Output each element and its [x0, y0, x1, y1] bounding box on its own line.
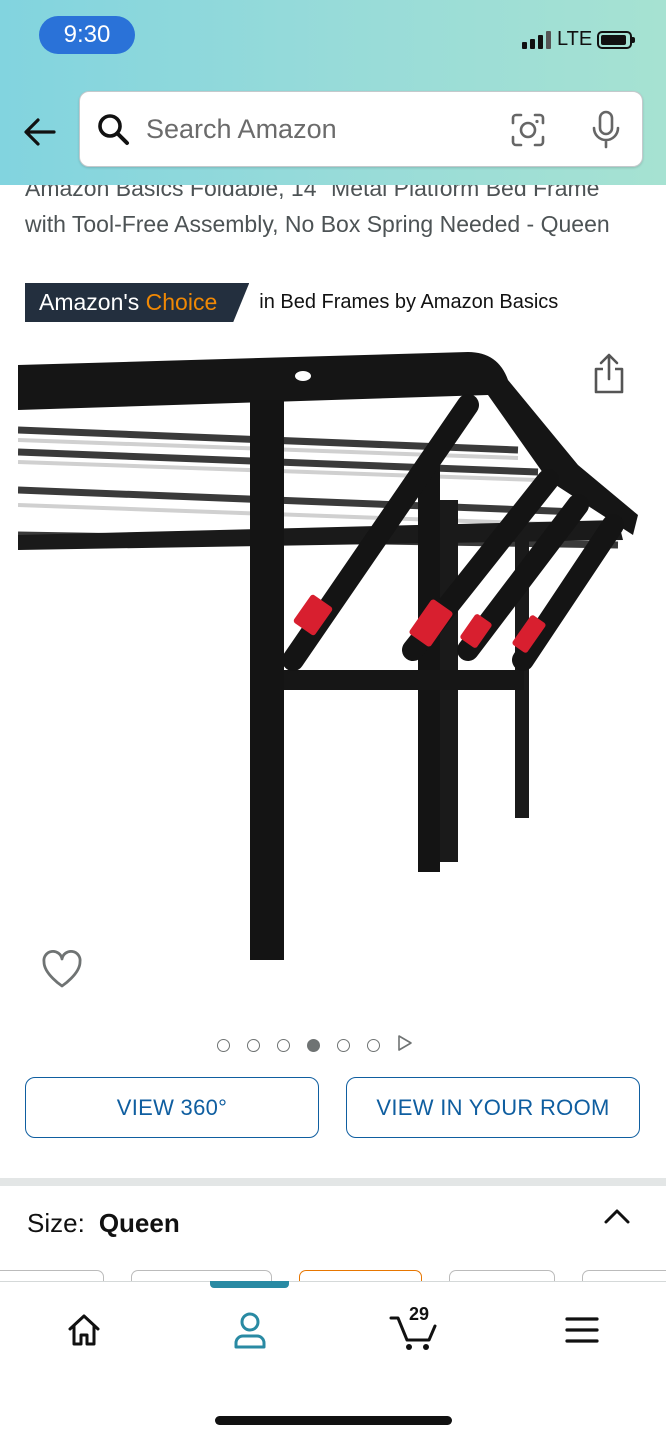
carousel-dot-active[interactable]	[307, 1039, 320, 1052]
section-divider	[0, 1178, 666, 1186]
badge-highlight: Choice	[145, 289, 218, 315]
product-title[interactable]: Amazon Basics Foldable, 14" Metal Platfo…	[25, 185, 615, 242]
image-carousel-dots[interactable]	[217, 1034, 413, 1057]
menu-icon[interactable]	[552, 1305, 612, 1355]
battery-icon	[597, 31, 635, 49]
share-icon[interactable]	[591, 352, 627, 401]
video-play-icon[interactable]	[397, 1034, 413, 1057]
status-time: 9:30	[39, 16, 135, 54]
search-bar[interactable]	[79, 91, 643, 167]
product-image[interactable]	[17, 340, 648, 980]
home-indicator	[215, 1416, 452, 1425]
home-icon[interactable]	[54, 1305, 114, 1355]
carousel-dot[interactable]	[217, 1039, 230, 1052]
header-bar: 9:30 LTE	[0, 0, 666, 185]
signal-icon	[522, 31, 551, 49]
back-arrow-icon[interactable]	[20, 112, 60, 152]
cart-count: 29	[409, 1304, 430, 1324]
carousel-dot[interactable]	[337, 1039, 350, 1052]
view-in-your-room-button[interactable]: VIEW IN YOUR ROOM	[346, 1077, 640, 1138]
carousel-dot[interactable]	[247, 1039, 260, 1052]
carousel-dot[interactable]	[367, 1039, 380, 1052]
chevron-up-icon[interactable]	[603, 1206, 631, 1231]
camera-icon[interactable]	[510, 112, 546, 153]
carousel-dot[interactable]	[277, 1039, 290, 1052]
badge-prefix: Amazon's	[39, 289, 146, 315]
microphone-icon[interactable]	[590, 110, 622, 155]
size-value: Queen	[98, 1208, 180, 1238]
badge-label: Amazon's Choice	[25, 283, 249, 322]
search-icon[interactable]	[96, 112, 132, 153]
size-selector[interactable]: Size: Queen	[27, 1208, 180, 1239]
view-360-button[interactable]: VIEW 360°	[25, 1077, 319, 1138]
badge-context: in Bed Frames by Amazon Basics	[259, 291, 559, 313]
active-tab-indicator	[210, 1281, 289, 1288]
size-label: Size:	[27, 1208, 85, 1238]
network-label: LTE	[557, 28, 593, 50]
heart-icon[interactable]	[40, 948, 84, 995]
amazons-choice-badge[interactable]: Amazon's Choice in Bed Frames by Amazon …	[25, 283, 558, 322]
title-clip: Amazon Basics Foldable, 14" Metal Platfo…	[0, 185, 666, 275]
search-input[interactable]	[146, 110, 446, 148]
account-icon[interactable]	[220, 1305, 280, 1355]
